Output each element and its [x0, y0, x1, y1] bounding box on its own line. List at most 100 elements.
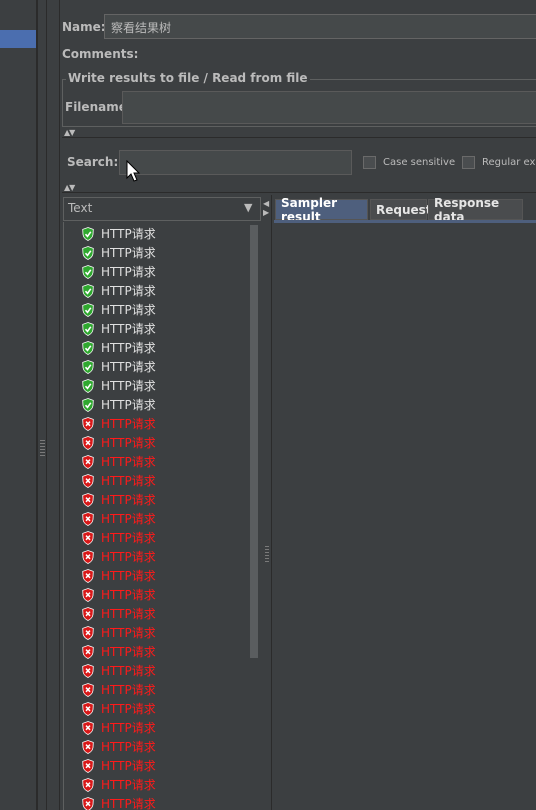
error-shield-icon	[82, 454, 94, 469]
tree-item-label: HTTP请求	[101, 759, 156, 773]
tab-request[interactable]: Request	[370, 199, 432, 220]
success-shield-icon	[82, 359, 94, 374]
tree-item[interactable]: HTTP请求	[82, 471, 156, 490]
tree-item-label: HTTP请求	[101, 246, 156, 260]
scrollbar-thumb[interactable]	[250, 225, 258, 658]
tree-item[interactable]: HTTP请求	[82, 319, 156, 338]
tree-item[interactable]: HTTP请求	[82, 604, 156, 623]
tree-item[interactable]: HTTP请求	[82, 300, 156, 319]
error-shield-icon	[82, 530, 94, 545]
comments-label: Comments:	[62, 47, 139, 61]
tree-item-label: HTTP请求	[101, 379, 156, 393]
tab-sampler-result[interactable]: Sampler result	[275, 196, 368, 224]
error-shield-icon	[82, 473, 94, 488]
tree-item[interactable]: HTTP请求	[82, 661, 156, 680]
tree-item[interactable]: HTTP请求	[82, 509, 156, 528]
tree-item-label: HTTP请求	[101, 550, 156, 564]
error-shield-icon	[82, 625, 94, 640]
success-shield-icon	[82, 283, 94, 298]
error-shield-icon	[82, 606, 94, 621]
error-shield-icon	[82, 416, 94, 431]
collapse-expand-arrows-icon[interactable]: ▲▼	[64, 129, 75, 137]
tree-item[interactable]: HTTP请求	[82, 224, 156, 243]
success-shield-icon	[82, 245, 94, 260]
test-plan-tree-panel	[0, 0, 36, 810]
tree-item[interactable]: HTTP请求	[82, 566, 156, 585]
success-shield-icon	[82, 264, 94, 279]
tree-item-label: HTTP请求	[101, 645, 156, 659]
tree-item-label: HTTP请求	[101, 360, 156, 374]
collapse-expand-arrows-icon[interactable]: ▲▼	[64, 184, 75, 192]
divider	[62, 137, 536, 138]
tree-item-label: HTTP请求	[101, 455, 156, 469]
tree-item[interactable]: HTTP请求	[82, 452, 156, 471]
regular-expression-label: Regular exp	[482, 157, 536, 168]
search-input[interactable]	[119, 150, 352, 175]
error-shield-icon	[82, 663, 94, 678]
error-shield-icon	[82, 682, 94, 697]
error-shield-icon	[82, 701, 94, 716]
collapse-expand-arrows-icon[interactable]: ◀ ▶	[263, 199, 269, 217]
tree-item[interactable]: HTTP请求	[82, 775, 156, 794]
case-sensitive-checkbox[interactable]	[363, 156, 376, 169]
error-shield-icon	[82, 511, 94, 526]
success-shield-icon	[82, 302, 94, 317]
success-shield-icon	[82, 340, 94, 355]
success-shield-icon	[82, 397, 94, 412]
tree-item[interactable]: HTTP请求	[82, 376, 156, 395]
splitter-grip-icon[interactable]	[40, 440, 45, 456]
tree-item-label: HTTP请求	[101, 626, 156, 640]
tree-item[interactable]: HTTP请求	[82, 642, 156, 661]
tree-item[interactable]: HTTP请求	[82, 528, 156, 547]
error-shield-icon	[82, 492, 94, 507]
tree-item[interactable]: HTTP请求	[82, 281, 156, 300]
tree-item-label: HTTP请求	[101, 493, 156, 507]
tree-item-label: HTTP请求	[101, 322, 156, 336]
tree-item-label: HTTP请求	[101, 588, 156, 602]
chevron-down-icon[interactable]: ▼	[244, 201, 252, 214]
renderer-select-value: Text	[68, 201, 93, 215]
filename-field[interactable]	[122, 91, 536, 124]
tree-item[interactable]: HTTP请求	[82, 680, 156, 699]
splitter-grip-icon[interactable]	[265, 546, 269, 562]
tree-item[interactable]: HTTP请求	[82, 395, 156, 414]
tree-item[interactable]: HTTP请求	[82, 414, 156, 433]
tree-item[interactable]: HTTP请求	[82, 547, 156, 566]
results-tree: HTTP请求 HTTP请求 HTTP请求 HTTP请求 HTTP请求 HTTP请求 HTTP…	[63, 222, 261, 810]
tree-item-label: HTTP请求	[101, 265, 156, 279]
tree-item[interactable]: HTTP请求	[82, 433, 156, 452]
tree-item[interactable]: HTTP请求	[82, 338, 156, 357]
tree-item[interactable]: HTTP请求	[82, 623, 156, 642]
tree-item[interactable]: HTTP请求	[82, 718, 156, 737]
renderer-select[interactable]	[63, 197, 261, 221]
success-shield-icon	[82, 378, 94, 393]
regular-expression-checkbox[interactable]	[462, 156, 475, 169]
tree-item[interactable]: HTTP请求	[82, 737, 156, 756]
tree-item[interactable]: HTTP请求	[82, 585, 156, 604]
tree-item[interactable]: HTTP请求	[82, 699, 156, 718]
splitter-handle[interactable]	[38, 0, 47, 810]
error-shield-icon	[82, 739, 94, 754]
tree-item-label: HTTP请求	[101, 740, 156, 754]
name-field[interactable]: 察看结果树	[104, 14, 536, 39]
tree-item[interactable]: HTTP请求	[82, 357, 156, 376]
tree-item[interactable]: HTTP请求	[82, 794, 156, 810]
tree-item-label: HTTP请求	[101, 512, 156, 526]
tree-item[interactable]: HTTP请求	[82, 756, 156, 775]
panel-gutter	[47, 0, 60, 810]
test-plan-tree-selected-row[interactable]	[0, 30, 36, 48]
error-shield-icon	[82, 796, 94, 810]
tree-item[interactable]: HTTP请求	[82, 490, 156, 509]
success-shield-icon	[82, 321, 94, 336]
sampler-result-pane	[274, 223, 536, 810]
vertical-splitter[interactable]	[262, 195, 272, 810]
error-shield-icon	[82, 644, 94, 659]
tree-item-label: HTTP请求	[101, 398, 156, 412]
tree-item-label: HTTP请求	[101, 474, 156, 488]
tab-response-data[interactable]: Response data	[428, 196, 523, 224]
tree-item[interactable]: HTTP请求	[82, 262, 156, 281]
tree-item[interactable]: HTTP请求	[82, 243, 156, 262]
mouse-cursor-icon	[126, 160, 141, 182]
tree-item-label: HTTP请求	[101, 702, 156, 716]
name-label: Name:	[62, 20, 106, 34]
